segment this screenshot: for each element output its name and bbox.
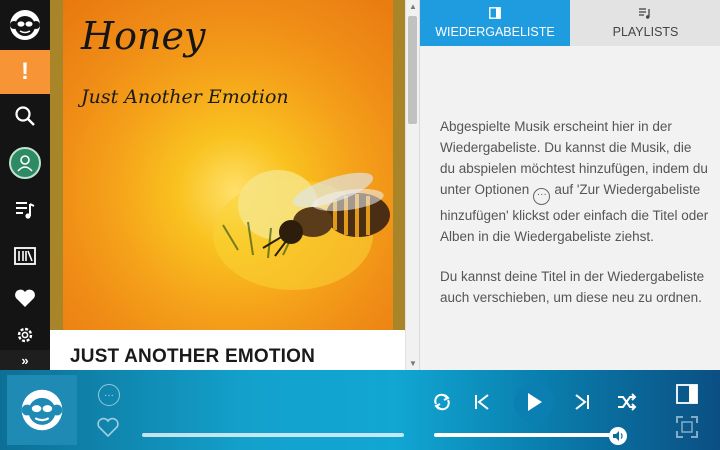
album-title[interactable]: JUST ANOTHER EMOTION	[70, 346, 315, 368]
playlist-icon[interactable]	[0, 190, 50, 230]
tab-label: WIEDERGABELISTE	[435, 25, 555, 39]
queue-help-paragraph: Abgespielte Musik erscheint hier in der …	[440, 116, 710, 247]
reorder-help-paragraph: Du kannst deine Titel in der Wiedergabel…	[440, 269, 705, 305]
napster-app: ! » Honey Just Another Emotion JUST ANOT…	[0, 0, 720, 450]
queue-icon	[489, 7, 501, 21]
heart-icon[interactable]	[0, 278, 50, 318]
cover-title: Honey	[81, 14, 206, 58]
playlist-icon	[639, 7, 652, 21]
player-bar: ···	[0, 370, 720, 450]
volume-icon[interactable]	[609, 427, 628, 445]
options-icon: ···	[533, 188, 551, 205]
album-artwork: Honey Just Another Emotion	[63, 0, 393, 330]
now-playing-artwork[interactable]	[7, 375, 77, 445]
heart-icon[interactable]	[96, 416, 120, 438]
panel-tabs: WIEDERGABELISTE PLAYLISTS	[420, 0, 720, 46]
play-button[interactable]	[514, 382, 554, 422]
album-view: Honey Just Another Emotion JUST ANOTHER …	[50, 0, 405, 370]
volume-fill	[434, 433, 619, 437]
search-icon[interactable]	[0, 96, 50, 136]
volume-slider[interactable]	[434, 433, 626, 437]
scroll-up-arrow-icon[interactable]: ▲	[409, 2, 417, 11]
avatar	[9, 147, 41, 179]
queue-panel: WIEDERGABELISTE PLAYLISTS Abgespielte Mu…	[419, 0, 720, 370]
scroll-thumb[interactable]	[408, 16, 417, 124]
library-icon[interactable]	[0, 236, 50, 276]
previous-icon[interactable]	[472, 392, 492, 412]
tab-wiedergabeliste[interactable]: WIEDERGABELISTE	[420, 0, 570, 46]
more-options-icon[interactable]: ···	[98, 384, 120, 406]
scroll-down-arrow-icon[interactable]: ▼	[409, 359, 417, 368]
progress-bar[interactable]	[142, 433, 404, 437]
shuffle-icon[interactable]	[616, 392, 638, 412]
next-icon[interactable]	[572, 392, 592, 412]
expand-icon[interactable]: »	[0, 350, 50, 370]
gear-icon[interactable]	[0, 315, 50, 355]
napster-logo-icon[interactable]	[0, 4, 50, 46]
tab-playlists[interactable]: PLAYLISTS	[570, 0, 720, 46]
scrollbar[interactable]: ▲ ▼	[405, 0, 419, 370]
fullscreen-icon[interactable]	[676, 416, 698, 438]
repeat-icon[interactable]	[432, 392, 452, 412]
queue-toggle-icon[interactable]	[676, 384, 698, 404]
profile-icon[interactable]	[0, 143, 50, 183]
alert-icon[interactable]: !	[0, 50, 50, 94]
napster-logo-icon	[21, 389, 63, 431]
sidebar: ! »	[0, 0, 50, 370]
tab-label: PLAYLISTS	[612, 25, 679, 39]
play-icon	[528, 393, 542, 411]
album-cover[interactable]: Honey Just Another Emotion	[50, 0, 405, 330]
empty-queue-message: Abgespielte Musik erscheint hier in der …	[440, 116, 710, 327]
cover-subtitle: Just Another Emotion	[81, 86, 289, 108]
